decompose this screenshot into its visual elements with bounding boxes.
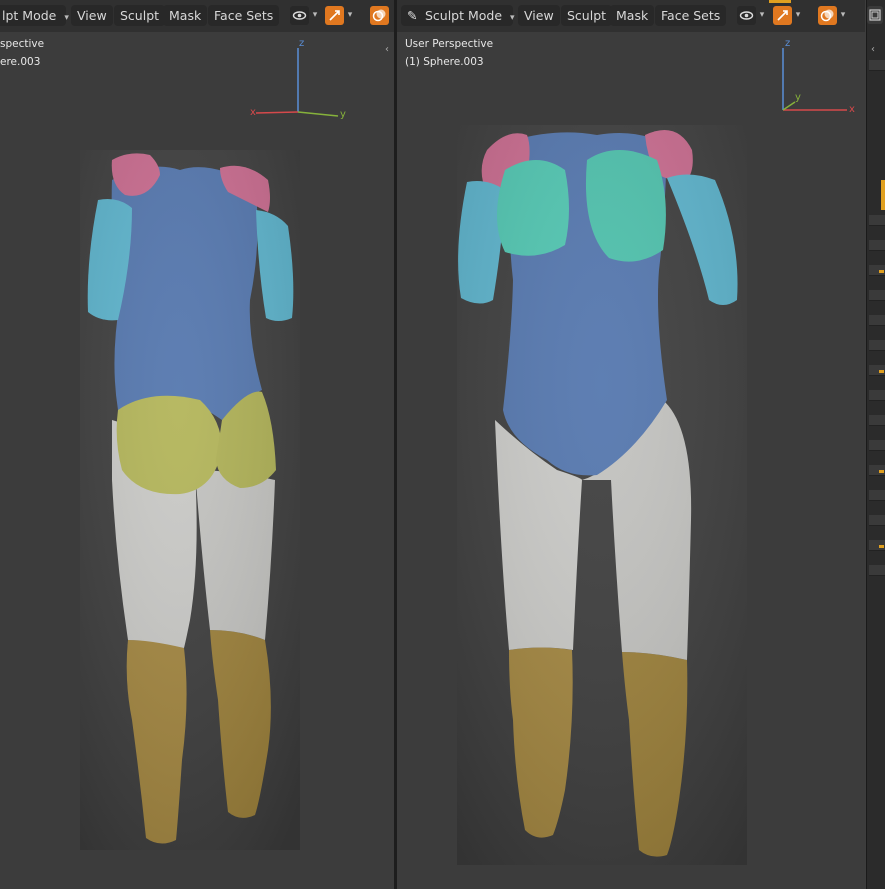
panel-tab[interactable]	[869, 415, 885, 426]
panel-tab[interactable]	[869, 315, 885, 326]
sculpt-mesh-front-view[interactable]	[397, 0, 865, 889]
panel-tab[interactable]	[869, 290, 885, 301]
sculpt-mesh-back-view[interactable]	[0, 0, 394, 889]
panel-tab[interactable]	[869, 215, 885, 226]
panel-accent	[879, 370, 884, 373]
panel-tab[interactable]	[869, 340, 885, 351]
left-viewport[interactable]: lpt Mode ▾ View Sculpt Mask Face Sets ▾ …	[0, 0, 394, 889]
panel-tab[interactable]	[869, 240, 885, 251]
panel-tab[interactable]	[869, 515, 885, 526]
collapse-arrow-icon[interactable]: ‹	[871, 42, 880, 58]
window-icon[interactable]	[867, 6, 883, 24]
properties-sidebar[interactable]: ‹	[866, 0, 885, 889]
panel-tab[interactable]	[869, 490, 885, 501]
panel-tab[interactable]	[869, 60, 885, 71]
panel-accent	[879, 270, 884, 273]
panel-tab[interactable]	[869, 565, 885, 576]
panel-tab[interactable]	[869, 390, 885, 401]
panel-accent	[879, 545, 884, 548]
right-viewport[interactable]: ✎ Sculpt Mode ▾ View Sculpt Mask Face Se…	[397, 0, 865, 889]
panel-accent	[879, 470, 884, 473]
panel-accent	[881, 180, 885, 210]
panel-tab[interactable]	[869, 440, 885, 451]
